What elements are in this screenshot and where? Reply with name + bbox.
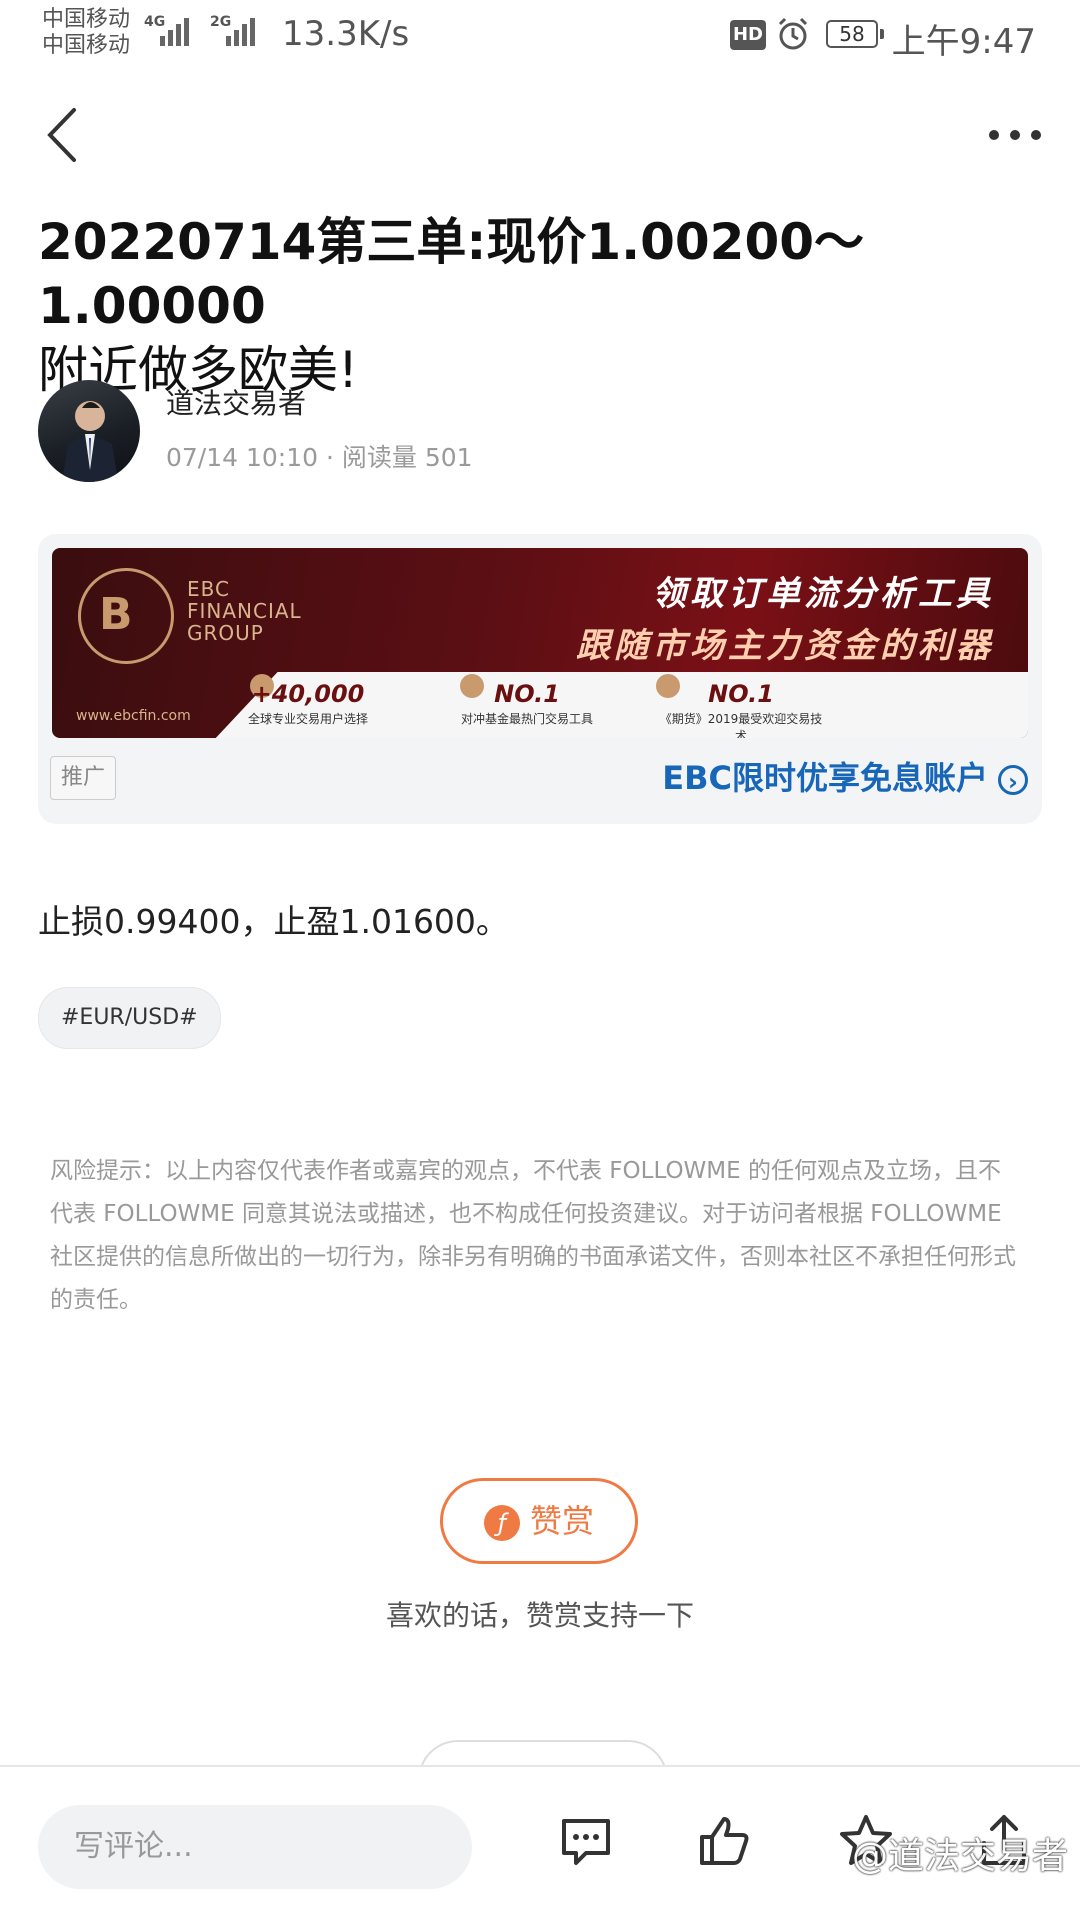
risk-disclaimer: 风险提示：以上内容仅代表作者或嘉宾的观点，不代表 FOLLOWME 的任何观点及… [50,1158,1016,1313]
promo-link[interactable]: EBC限时优享免息账户 › [662,756,1028,800]
battery-icon: 58 [826,20,884,48]
author-name[interactable]: 道法交易者 [166,382,306,422]
person-silhouette-icon [62,401,118,482]
signal-icon-2 [226,18,258,46]
ad-stat-3: NO.1 《期货》2019最受欢迎交易技术 [659,680,823,738]
status-bar: 中国移动 中国移动 4G 2G 13.3K/s HD 58 上午9:47 [0,0,1080,80]
carrier-2: 中国移动 [42,33,131,58]
ad-headline-1: 领取订单流分析工具 [652,574,994,614]
hd-icon: HD [730,20,766,50]
ebc-logo-text: EBC FINANCIAL GROUP [187,577,302,645]
ad-url: www.ebcfin.com [76,708,191,724]
net-speed: 13.3K/s [282,14,410,54]
ad-card[interactable]: B EBC FINANCIAL GROUP www.ebcfin.com 领取订… [38,534,1042,824]
ebc-logo-icon: B [78,568,174,664]
coin-icon: ƒ [483,1505,520,1541]
post-meta: 07/14 10:10 · 阅读量 501 [166,443,473,472]
article-title: 20220714第三单:现价1.00200～1.00000 附近做多欧美! [38,210,1048,402]
carrier-1: 中国移动 [42,7,131,32]
ad-stat-2: NO.1 对冲基金最热门交易工具 [460,680,593,726]
comment-icon[interactable] [556,1811,616,1871]
ad-banner[interactable]: B EBC FINANCIAL GROUP www.ebcfin.com 领取订… [52,548,1028,738]
avatar[interactable] [38,380,140,482]
back-button[interactable] [36,100,96,170]
alarm-icon [778,17,808,50]
tip-button[interactable]: ƒ 赞赏 [440,1478,638,1564]
tip-subtitle: 喜欢的话，赞赏支持一下 [385,1599,694,1632]
more-button[interactable] [980,110,1050,160]
watermark: @道法交易者 [851,1836,1068,1877]
topic-tag[interactable]: #EUR/USD# [38,987,221,1049]
chevron-left-icon [47,108,76,162]
clock: 上午9:47 [891,22,1036,62]
ad-headline-2: 跟随市场主力资金的利器 [576,626,994,666]
tip-button-label: 赞赏 [529,1502,594,1540]
chevron-right-circle-icon: › [998,765,1028,796]
title-line-1: 20220714第三单:现价1.00200～1.00000 [38,213,865,335]
promo-link-label: EBC限时优享免息账户 [662,759,988,797]
ad-stat-1: +40,000 全球专业交易用户选择 [248,680,369,726]
bottom-bar: 写评论... @道法交易者 [0,1765,1080,1922]
article-body: 止损0.99400，止盈1.01600。 [38,902,509,941]
more-dots-icon [989,130,1041,140]
comment-input[interactable]: 写评论... [38,1805,472,1889]
signal-icon [160,18,192,46]
thumbs-up-icon[interactable] [694,1811,754,1871]
promo-badge: 推广 [50,756,116,800]
